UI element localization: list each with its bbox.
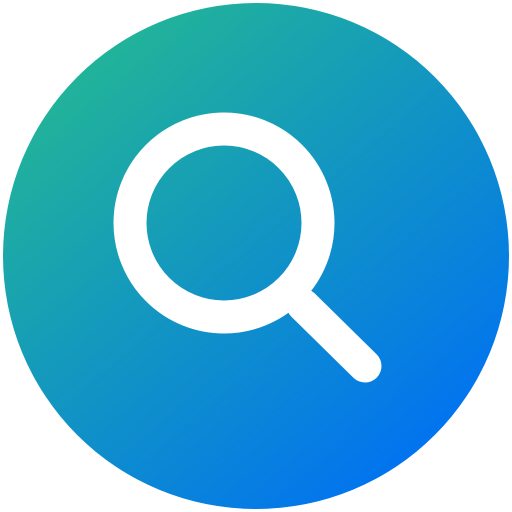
search-icon[interactable] — [0, 0, 512, 512]
icon-background-circle — [3, 3, 509, 509]
app-icon-canvas — [0, 0, 512, 512]
